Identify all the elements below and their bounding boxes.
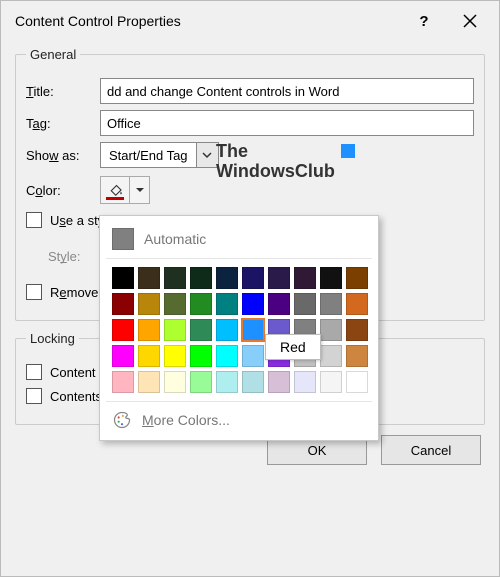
color-swatch[interactable] xyxy=(138,293,160,315)
paint-bucket-icon xyxy=(101,177,129,203)
color-swatch[interactable] xyxy=(294,371,316,393)
cannot-edit-checkbox[interactable] xyxy=(26,388,42,404)
remove-control-checkbox[interactable] xyxy=(26,284,42,300)
color-row: Color: xyxy=(26,176,474,204)
color-swatch[interactable] xyxy=(320,319,342,341)
titlebar: Content Control Properties ? xyxy=(1,1,499,41)
color-swatch[interactable] xyxy=(242,345,264,367)
color-swatch[interactable] xyxy=(112,293,134,315)
color-swatch[interactable] xyxy=(216,267,238,289)
color-swatch[interactable] xyxy=(216,293,238,315)
color-swatch[interactable] xyxy=(190,293,212,315)
color-swatch[interactable] xyxy=(190,345,212,367)
color-swatch[interactable] xyxy=(320,267,342,289)
showas-row: Show as: Start/End Tag TheWindowsClub xyxy=(26,142,474,168)
color-swatch[interactable] xyxy=(190,371,212,393)
showas-label: Show as: xyxy=(26,148,90,163)
use-style-checkbox[interactable] xyxy=(26,212,42,228)
color-swatch[interactable] xyxy=(294,293,316,315)
color-split-button[interactable] xyxy=(100,176,150,204)
color-swatch[interactable] xyxy=(346,319,368,341)
tag-row: Tag: xyxy=(26,110,474,136)
color-swatch[interactable] xyxy=(164,345,186,367)
close-icon xyxy=(463,14,477,28)
help-button[interactable]: ? xyxy=(401,1,447,41)
color-tooltip: Red xyxy=(265,334,321,360)
general-legend: General xyxy=(26,47,80,62)
color-grid: Red xyxy=(106,259,372,401)
color-swatch[interactable] xyxy=(320,293,342,315)
color-swatch[interactable] xyxy=(164,319,186,341)
color-swatch[interactable] xyxy=(164,293,186,315)
tag-input[interactable] xyxy=(100,110,474,136)
showas-dropdown-button[interactable] xyxy=(196,143,218,167)
color-swatch[interactable] xyxy=(268,293,290,315)
color-swatch[interactable] xyxy=(320,345,342,367)
color-swatch[interactable] xyxy=(164,371,186,393)
tag-label: Tag: xyxy=(26,116,90,131)
palette-icon xyxy=(112,410,132,430)
color-swatch[interactable] xyxy=(242,293,264,315)
color-swatch[interactable] xyxy=(346,293,368,315)
chevron-down-icon xyxy=(202,150,212,160)
caret-down-icon xyxy=(135,185,145,195)
close-button[interactable] xyxy=(447,1,493,41)
showas-value: Start/End Tag xyxy=(101,148,196,163)
cancel-button[interactable]: Cancel xyxy=(381,435,481,465)
color-dropdown-button[interactable] xyxy=(129,177,149,203)
title-input[interactable] xyxy=(100,78,474,104)
color-swatch[interactable] xyxy=(164,267,186,289)
color-swatch[interactable] xyxy=(294,267,316,289)
color-swatch[interactable] xyxy=(216,319,238,341)
color-swatch[interactable] xyxy=(216,371,238,393)
color-swatch[interactable] xyxy=(112,319,134,341)
color-swatch[interactable] xyxy=(190,319,212,341)
watermark-square-icon xyxy=(341,144,355,158)
color-swatch[interactable] xyxy=(346,267,368,289)
dialog-title: Content Control Properties xyxy=(15,13,401,29)
color-swatch[interactable] xyxy=(242,371,264,393)
color-swatch[interactable] xyxy=(346,371,368,393)
color-swatch[interactable] xyxy=(138,371,160,393)
color-swatch[interactable] xyxy=(138,345,160,367)
automatic-swatch xyxy=(112,228,134,250)
color-swatch[interactable] xyxy=(320,371,342,393)
color-swatch[interactable] xyxy=(112,267,134,289)
color-picker-popup: Automatic Red More Colors... xyxy=(99,215,379,441)
title-row: Title: xyxy=(26,78,474,104)
color-swatch[interactable] xyxy=(242,267,264,289)
color-swatch[interactable]: Red xyxy=(242,319,264,341)
color-swatch[interactable] xyxy=(216,345,238,367)
content-control-properties-dialog: Content Control Properties ? General Tit… xyxy=(0,0,500,577)
color-swatch[interactable] xyxy=(268,371,290,393)
color-swatch[interactable] xyxy=(190,267,212,289)
color-swatch[interactable] xyxy=(112,371,134,393)
title-label: Title: xyxy=(26,84,90,99)
color-swatch[interactable] xyxy=(346,345,368,367)
showas-combo[interactable]: Start/End Tag xyxy=(100,142,219,168)
color-swatch[interactable] xyxy=(268,267,290,289)
color-label: Color: xyxy=(26,183,90,198)
locking-legend: Locking xyxy=(26,331,79,346)
color-swatch[interactable] xyxy=(138,319,160,341)
cannot-delete-checkbox[interactable] xyxy=(26,364,42,380)
color-swatch[interactable] xyxy=(138,267,160,289)
more-colors-item[interactable]: More Colors... xyxy=(106,401,372,434)
automatic-label: Automatic xyxy=(144,231,206,247)
more-colors-label: More Colors... xyxy=(142,412,230,428)
automatic-color-item[interactable]: Automatic xyxy=(106,222,372,259)
color-swatch[interactable] xyxy=(112,345,134,367)
